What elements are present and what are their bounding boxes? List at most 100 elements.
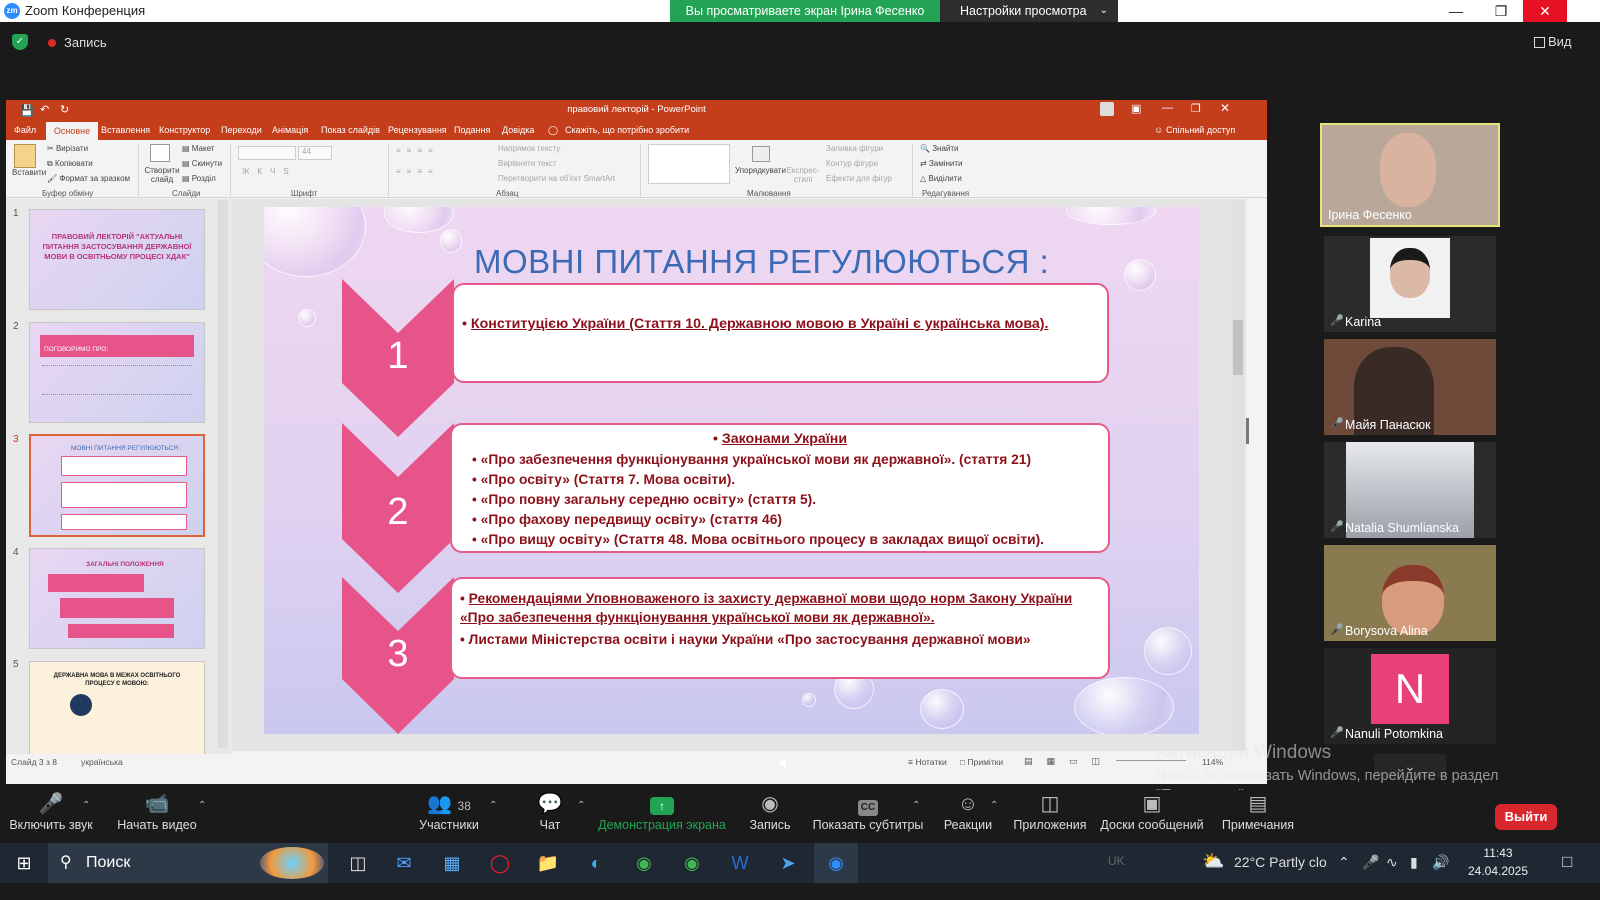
tell-me-search[interactable]: Скажіть, що потрібно зробити bbox=[565, 125, 689, 135]
slide-scrollbar-thumb[interactable] bbox=[1233, 320, 1243, 375]
close-icon[interactable]: ✕ bbox=[1523, 0, 1567, 22]
weather-text[interactable]: 22°C Partly clo bbox=[1234, 854, 1327, 870]
participant-video[interactable]: 🎤 Borysova Alina bbox=[1324, 545, 1496, 641]
section-button[interactable]: ▤ Розділ bbox=[182, 174, 216, 183]
participant-video[interactable]: 🎤 Natalia Shumlianska bbox=[1324, 442, 1496, 538]
shapes-gallery[interactable] bbox=[648, 144, 730, 184]
taskbar-search-input[interactable]: ⚲ Поиск bbox=[48, 843, 328, 883]
audio-options-chevron-icon[interactable]: ⌃ bbox=[82, 800, 90, 811]
tab-home[interactable]: Основне bbox=[46, 122, 98, 140]
language-indicator[interactable]: українська bbox=[81, 757, 123, 767]
new-slide-button[interactable]: Створити слайд bbox=[144, 166, 180, 184]
participants-button[interactable]: 👥 38 Участники bbox=[406, 790, 492, 842]
align-text-button[interactable]: Вирівняти текст bbox=[498, 159, 557, 168]
layout-button[interactable]: ▤ Макет bbox=[182, 144, 214, 153]
thumbnails-scrollbar[interactable] bbox=[218, 200, 228, 748]
slide-scrollbar[interactable] bbox=[1232, 200, 1244, 750]
share-access-button[interactable]: Спільний доступ bbox=[1166, 125, 1235, 135]
tab-transitions[interactable]: Переходи bbox=[221, 125, 262, 135]
tab-help[interactable]: Довідка bbox=[502, 125, 534, 135]
tab-insert[interactable]: Вставлення bbox=[101, 125, 150, 135]
apps-button[interactable]: ◫ Приложения bbox=[1010, 790, 1090, 842]
tab-view[interactable]: Подання bbox=[454, 125, 490, 135]
find-button[interactable]: 🔍 Знайти bbox=[920, 144, 959, 153]
microphone-tray-icon[interactable]: 🎤 bbox=[1362, 854, 1379, 871]
whiteboard-button[interactable]: ▣ Доски сообщений bbox=[1096, 790, 1208, 842]
font-style-buttons[interactable]: ЖКЧS bbox=[242, 167, 297, 176]
ppt-close-icon[interactable]: ✕ bbox=[1220, 101, 1230, 115]
chrome-profile-app-icon[interactable]: ◉ bbox=[670, 843, 714, 883]
ppt-maximize-icon[interactable]: ❐ bbox=[1191, 102, 1201, 115]
tab-review[interactable]: Рецензування bbox=[388, 125, 447, 135]
windows-start-icon[interactable]: ⊞ bbox=[2, 843, 46, 883]
list-buttons[interactable]: ≡≡≡≡ bbox=[396, 146, 439, 155]
shape-outline-button[interactable]: Контур фігури bbox=[826, 159, 878, 168]
comments-button[interactable]: □ Примітки bbox=[960, 757, 1003, 767]
reactions-button[interactable]: ☺ Реакции bbox=[938, 790, 998, 842]
paste-button[interactable]: Вставити bbox=[12, 168, 46, 177]
participants-chevron-icon[interactable]: ⌃ bbox=[489, 800, 497, 811]
captions-chevron-icon[interactable]: ⌃ bbox=[912, 800, 920, 811]
arrange-button[interactable]: Упорядкувати bbox=[735, 166, 786, 175]
record-button[interactable]: ◉ Запись bbox=[738, 790, 802, 842]
opera-app-icon[interactable]: ◯ bbox=[478, 843, 522, 883]
tray-overflow-icon[interactable]: ⌃ bbox=[1338, 854, 1350, 871]
chat-chevron-icon[interactable]: ⌃ bbox=[577, 800, 585, 811]
task-view-icon[interactable]: ◫ bbox=[336, 843, 380, 883]
quick-styles-button[interactable]: Експрес-стилі bbox=[786, 166, 820, 184]
participant-video[interactable]: 🎤 Майя Панасюк bbox=[1324, 339, 1496, 435]
align-buttons[interactable]: ≡≡≡≡ bbox=[396, 167, 439, 176]
start-video-button[interactable]: 📹 Начать видео bbox=[112, 790, 202, 842]
word-app-icon[interactable]: W bbox=[718, 843, 762, 883]
clock-date[interactable]: 24.04.2025 bbox=[1462, 864, 1534, 878]
notifications-icon[interactable]: □ bbox=[1562, 852, 1572, 872]
chat-button[interactable]: 💬 Чат bbox=[520, 790, 580, 842]
mail-app-icon[interactable]: ✉ bbox=[382, 843, 426, 883]
format-painter-button[interactable]: 🖌 Формат за зразком bbox=[47, 174, 130, 183]
font-family-select[interactable] bbox=[238, 146, 296, 160]
new-slide-icon[interactable] bbox=[150, 144, 170, 162]
copy-button[interactable]: ⧉ Копіювати bbox=[47, 159, 93, 169]
minimize-icon[interactable]: — bbox=[1433, 0, 1479, 22]
recording-label[interactable]: Запись bbox=[64, 35, 107, 50]
notes-zoom-button[interactable]: ▤ Примечания bbox=[1216, 790, 1300, 842]
telegram-app-icon[interactable]: ➤ bbox=[766, 843, 810, 883]
ppt-minimize-icon[interactable]: — bbox=[1162, 102, 1173, 114]
tab-design[interactable]: Конструктор bbox=[159, 125, 210, 135]
participant-video-active[interactable]: Ірина Фесенко bbox=[1320, 123, 1500, 227]
replace-button[interactable]: ⇄ Замінити bbox=[920, 159, 963, 168]
store-app-icon[interactable]: ▦ bbox=[430, 843, 474, 883]
volume-icon[interactable]: 🔊 bbox=[1432, 854, 1449, 871]
chrome-app-icon[interactable]: ◉ bbox=[622, 843, 666, 883]
view-button[interactable]: Вид bbox=[1548, 34, 1572, 49]
participant-video[interactable]: 🎤 Karina bbox=[1324, 236, 1496, 332]
tab-slideshow[interactable]: Показ слайдів bbox=[321, 125, 380, 135]
tab-animations[interactable]: Анімація bbox=[272, 125, 308, 135]
main-slide[interactable]: МОВНІ ПИТАННЯ РЕГУЛЮЮТЬСЯ : 1 2 3 • Конс… bbox=[264, 207, 1199, 734]
wifi-icon[interactable]: ∿ bbox=[1386, 854, 1398, 871]
select-button[interactable]: △ Виділити bbox=[920, 174, 962, 183]
participant-video[interactable]: N 🎤 Nanuli Potomkina bbox=[1324, 648, 1496, 744]
smartart-button[interactable]: Перетворити на об'єкт SmartArt bbox=[498, 174, 615, 183]
reset-button[interactable]: ▤ Скинути bbox=[182, 159, 222, 168]
view-icon[interactable] bbox=[1534, 37, 1545, 48]
font-size-select[interactable]: 44 bbox=[298, 146, 332, 160]
slide-thumbnail-3[interactable]: МОВНІ ПИТАННЯ РЕГУЛЮЮТЬСЯ : bbox=[29, 434, 205, 537]
captions-button[interactable]: CC Показать субтитры bbox=[812, 790, 924, 842]
paste-icon[interactable] bbox=[14, 144, 36, 168]
security-shield-icon[interactable]: ✓ bbox=[12, 34, 28, 50]
unmute-button[interactable]: 🎤 Включить звук bbox=[6, 790, 96, 842]
restore-icon[interactable]: ❐ bbox=[1478, 0, 1524, 22]
shape-fill-button[interactable]: Заливка фігури bbox=[826, 144, 883, 153]
file-explorer-icon[interactable]: 📁 bbox=[526, 843, 570, 883]
input-language-indicator[interactable]: UK bbox=[1108, 854, 1125, 868]
slide-thumbnail-5[interactable]: ДЕРЖАВНА МОВА В МЕЖАХ ОСВІТНЬОГО ПРОЦЕСУ… bbox=[29, 661, 205, 754]
notes-button[interactable]: ≡ Нотатки bbox=[908, 757, 947, 767]
view-buttons[interactable]: ▤▦▭◫ bbox=[1024, 756, 1114, 767]
ribbon-display-icon[interactable]: ▣ bbox=[1131, 102, 1141, 115]
clock-time[interactable]: 11:43 bbox=[1468, 846, 1528, 860]
battery-icon[interactable]: ▮ bbox=[1410, 854, 1418, 871]
cut-button[interactable]: ✂ Вирізати bbox=[47, 144, 88, 153]
edge-app-icon[interactable]: ◐ bbox=[574, 843, 618, 883]
leave-button[interactable]: Выйти bbox=[1495, 804, 1557, 830]
